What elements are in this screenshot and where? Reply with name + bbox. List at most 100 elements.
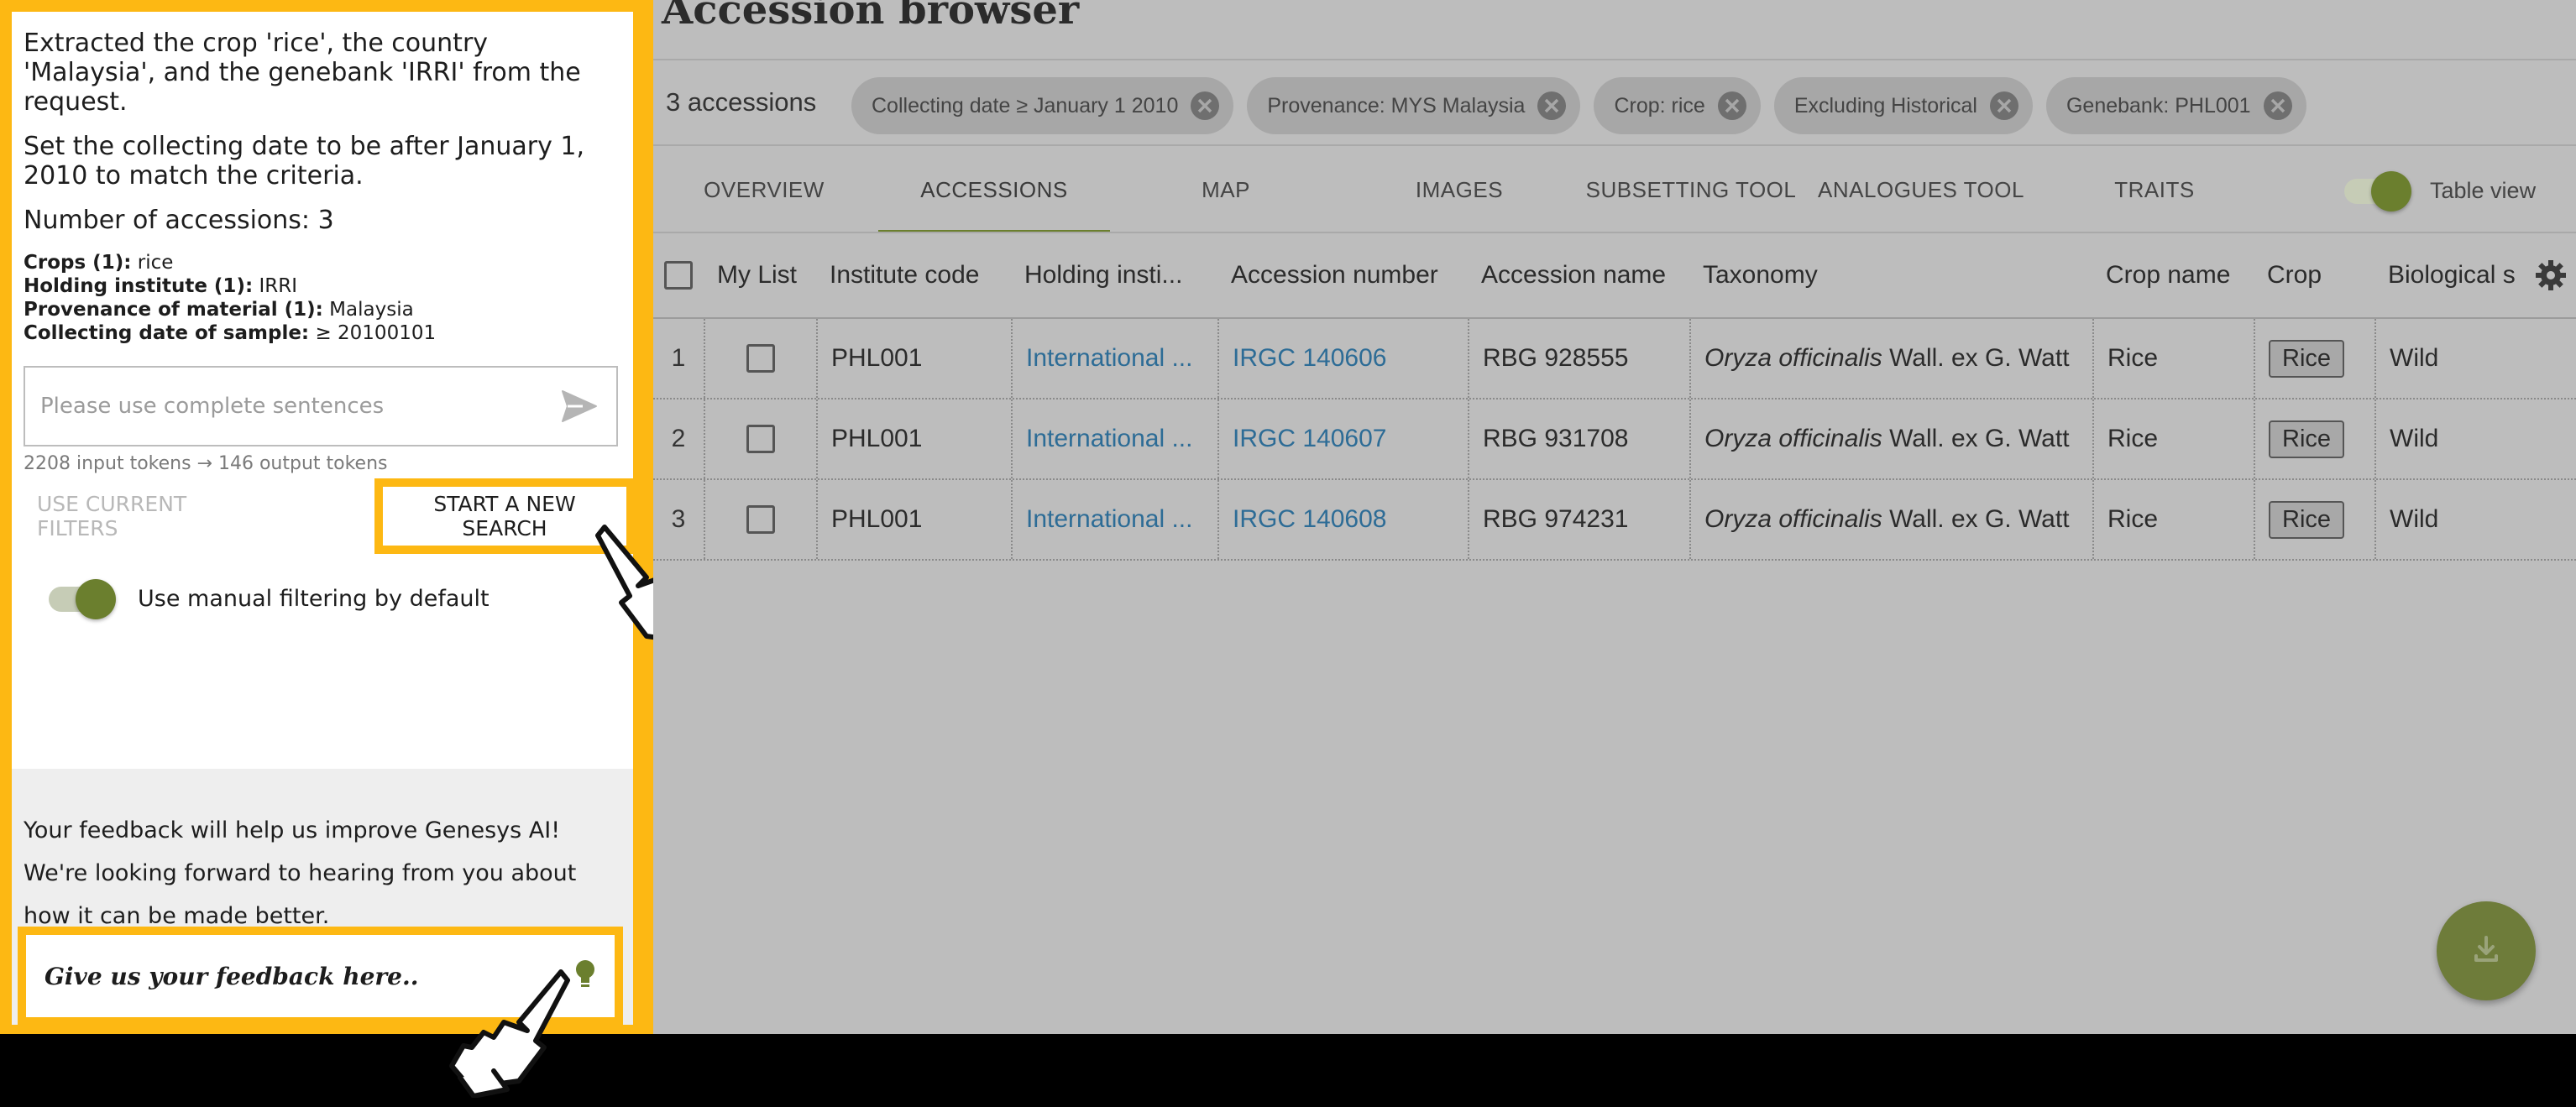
crop-chip[interactable]: Rice <box>2269 420 2345 458</box>
send-icon[interactable] <box>554 381 605 431</box>
manual-filter-toggle-row: Use manual filtering by default <box>49 578 490 619</box>
download-button[interactable] <box>2437 901 2536 1000</box>
tab-bar: OVERVIEW ACCESSIONS MAP IMAGES SUBSETTIN… <box>653 148 2576 233</box>
token-info: 2208 input tokens → 146 output tokens <box>24 453 388 474</box>
biological-status: Wild <box>2374 399 2576 478</box>
table-view-toggle-row: Table view <box>2344 170 2537 211</box>
assistant-highlight-frame: Extracted the crop 'rice', the country '… <box>0 0 653 1034</box>
tab-subsetting-tool[interactable]: SUBSETTING TOOL <box>1577 148 1805 232</box>
download-icon <box>2469 932 2503 970</box>
filter-chips: Collecting date ≥ January 1 2010 Provena… <box>851 77 2320 134</box>
row-index: 3 <box>671 505 686 533</box>
toggle-thumb <box>76 578 116 619</box>
biological-status: Wild <box>2374 319 2576 398</box>
tab-traits[interactable]: TRAITS <box>2037 148 2272 232</box>
row-checkbox[interactable] <box>746 505 775 534</box>
page-title: Accession browser <box>662 0 1080 34</box>
my-list-cell <box>704 399 816 478</box>
tab-analogues-tool[interactable]: ANALOGUES TOOL <box>1805 148 2037 232</box>
crop-name: Rice <box>2092 399 2254 478</box>
prompt-input[interactable] <box>25 380 554 432</box>
crop-name: Rice <box>2092 319 2254 398</box>
institute-code: PHL001 <box>816 319 1011 398</box>
tab-map[interactable]: MAP <box>1110 148 1342 232</box>
my-list-cell <box>704 480 816 559</box>
chip-close-icon[interactable] <box>1535 89 1568 123</box>
summary-line: Collecting date of sample: ≥ 20100101 <box>24 322 437 344</box>
summary-line: Provenance of material (1): Malaysia <box>24 299 414 321</box>
taxonomy: Oryza officinalis Wall. ex G. Watt <box>1689 480 2092 559</box>
filter-chip[interactable]: Collecting date ≥ January 1 2010 <box>851 77 1234 134</box>
crop-cell: Rice <box>2254 319 2374 398</box>
feedback-text: Your feedback will help us improve Genes… <box>24 817 577 929</box>
crop-cell: Rice <box>2254 399 2374 478</box>
table-row[interactable]: 3 PHL001 International ... IRGC 140608 R… <box>653 480 2576 561</box>
filter-chip[interactable]: Provenance: MYS Malaysia <box>1247 77 1581 134</box>
column-header[interactable]: Crop name <box>2092 233 2254 317</box>
chip-close-icon[interactable] <box>2261 89 2295 123</box>
table-view-toggle[interactable] <box>2344 170 2411 211</box>
row-checkbox[interactable] <box>746 344 775 373</box>
prompt-box <box>24 366 618 446</box>
tab-overview[interactable]: OVERVIEW <box>653 148 875 232</box>
accession-browser: Accession browser 3 accessions Collectin… <box>653 0 2576 1034</box>
row-checkbox[interactable] <box>746 425 775 453</box>
biological-status: Wild <box>2374 480 2576 559</box>
column-header[interactable]: Crop <box>2254 233 2374 317</box>
tab-images[interactable]: IMAGES <box>1342 148 1577 232</box>
divider <box>653 59 2576 60</box>
holding-institute-link[interactable]: International ... <box>1011 319 1217 398</box>
table-row[interactable]: 2 PHL001 International ... IRGC 140607 R… <box>653 399 2576 480</box>
table-row[interactable]: 1 PHL001 International ... IRGC 140606 R… <box>653 319 2576 399</box>
column-header[interactable]: My List <box>704 233 813 317</box>
institute-code: PHL001 <box>816 480 1011 559</box>
column-header[interactable]: Accession name <box>1468 233 1688 317</box>
filter-chip[interactable]: Excluding Historical <box>1773 77 2033 134</box>
manual-filter-label: Use manual filtering by default <box>138 586 490 612</box>
column-header[interactable]: Taxonomy <box>1689 233 2091 317</box>
manual-filter-toggle[interactable] <box>49 578 116 619</box>
summary-line: Holding institute (1): IRRI <box>24 275 297 297</box>
filter-chip[interactable]: Crop: rice <box>1594 77 1761 134</box>
tab-accessions[interactable]: ACCESSIONS <box>878 148 1110 232</box>
accession-number-link[interactable]: IRGC 140606 <box>1217 319 1468 398</box>
select-all-cell <box>653 233 704 317</box>
chip-close-icon[interactable] <box>1188 89 1222 123</box>
chip-close-icon[interactable] <box>1987 89 2021 123</box>
assistant-actions: USE CURRENT FILTERS START A NEW SEARCH <box>24 478 635 554</box>
assistant-message: Set the collecting date to be after Janu… <box>24 132 584 191</box>
accession-name: RBG 928555 <box>1468 319 1689 398</box>
accessions-table: My List Institute code Holding insti... … <box>653 233 2576 561</box>
column-header[interactable]: Biological s <box>2374 233 2526 317</box>
select-all-checkbox[interactable] <box>664 261 693 290</box>
feedback-button-label: Give us your feedback here.. <box>45 962 419 990</box>
column-header[interactable]: Accession number <box>1217 233 1466 317</box>
column-header[interactable]: Holding insti... <box>1011 233 1216 317</box>
row-index: 2 <box>671 425 686 452</box>
crop-chip[interactable]: Rice <box>2269 339 2345 378</box>
institute-code: PHL001 <box>816 399 1011 478</box>
filter-summary: Crops (1): rice Holding institute (1): I… <box>24 251 621 345</box>
column-header[interactable]: Institute code <box>816 233 1009 317</box>
taxonomy: Oryza officinalis Wall. ex G. Watt <box>1689 399 2092 478</box>
holding-institute-link[interactable]: International ... <box>1011 399 1217 478</box>
assistant-accession-count: Number of accessions: 3 <box>24 206 334 235</box>
filter-chip[interactable]: Genebank: PHL001 <box>2045 77 2306 134</box>
assistant-panel: Extracted the crop 'rice', the country '… <box>12 12 635 1026</box>
gear-icon[interactable] <box>2534 258 2568 292</box>
table-header: My List Institute code Holding insti... … <box>653 233 2576 319</box>
accession-number-link[interactable]: IRGC 140608 <box>1217 480 1468 559</box>
pointer-hand-icon <box>449 969 570 1098</box>
table-view-label: Table view <box>2430 178 2537 203</box>
accession-number-link[interactable]: IRGC 140607 <box>1217 399 1468 478</box>
taxonomy: Oryza officinalis Wall. ex G. Watt <box>1689 319 2092 398</box>
my-list-cell <box>704 319 816 398</box>
crop-chip[interactable]: Rice <box>2269 500 2345 539</box>
toggle-thumb <box>2371 170 2411 211</box>
use-current-filters-button[interactable]: USE CURRENT FILTERS <box>24 478 275 554</box>
crop-name: Rice <box>2092 480 2254 559</box>
row-index: 1 <box>671 344 686 372</box>
accession-name: RBG 931708 <box>1468 399 1689 478</box>
chip-close-icon[interactable] <box>1715 89 1749 123</box>
holding-institute-link[interactable]: International ... <box>1011 480 1217 559</box>
